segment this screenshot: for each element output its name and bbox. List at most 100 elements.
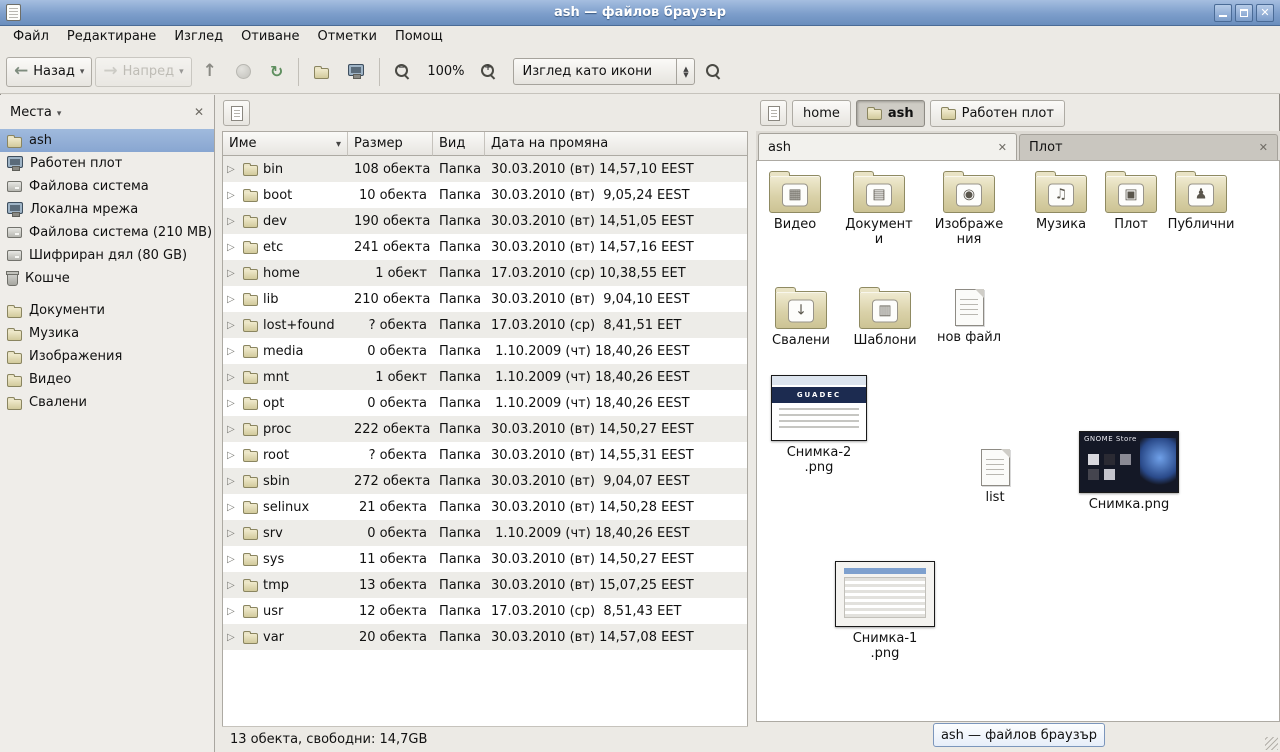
expander-icon[interactable] [227,528,238,539]
table-row[interactable]: dev190 обектаПапка30.03.2010 (вт) 14,51,… [223,208,747,234]
sidebar-item-trash[interactable]: Кошче [0,267,214,290]
taskbar-window-button[interactable]: ash — файлов браузър [933,723,1105,747]
icon-item-desktop[interactable]: ▣Плот [1095,169,1167,232]
icon-item-video[interactable]: ▦Видео [759,169,831,232]
sidebar-item-videos[interactable]: Видео [0,368,214,391]
sidebar-item-pictures[interactable]: Изображения [0,345,214,368]
column-header-type[interactable]: Вид [433,132,485,156]
table-row[interactable]: tmp13 обектаПапка30.03.2010 (вт) 15,07,2… [223,572,747,598]
table-row[interactable]: home1 обектПапка17.03.2010 (ср) 10,38,55… [223,260,747,286]
back-button[interactable]: ← Назад ▾ [6,57,92,87]
titlebar[interactable]: ash — файлов браузър [0,0,1280,26]
menu-item-4[interactable]: Отиване [232,26,308,50]
up-button[interactable]: ↑ [195,57,225,87]
sidebar-item-ash[interactable]: ash [0,129,214,152]
table-row[interactable]: selinux21 обектаПапка30.03.2010 (вт) 14,… [223,494,747,520]
expander-icon[interactable] [227,424,238,435]
expander-icon[interactable] [227,398,238,409]
expander-icon[interactable] [227,164,238,175]
table-row[interactable]: sys11 обектаПапка30.03.2010 (вт) 14,50,2… [223,546,747,572]
reload-button[interactable]: ↻ [262,57,291,87]
expander-icon[interactable] [227,372,238,383]
sidebar-close-icon[interactable] [194,105,204,120]
menu-item-1[interactable]: Файл [4,26,58,50]
close-button[interactable] [1256,4,1274,22]
tab-ash[interactable]: ash [758,133,1017,160]
path-button-home[interactable]: home [792,100,851,127]
table-row[interactable]: lib210 обектаПапка30.03.2010 (вт) 9,04,1… [223,286,747,312]
sidebar-item-downloads[interactable]: Свалени [0,391,214,414]
table-row[interactable]: proc222 обектаПапка30.03.2010 (вт) 14,50… [223,416,747,442]
table-row[interactable]: srv0 обектаПапка 1.10.2009 (чт) 18,40,26… [223,520,747,546]
icon-item-list[interactable]: list [963,445,1027,505]
search-button[interactable] [698,57,729,87]
forward-button[interactable]: → Напред ▾ [95,57,191,87]
column-header-date[interactable]: Дата на промяна [485,132,747,156]
zoom-in-button[interactable]: + [473,57,504,87]
icon-item-documents[interactable]: ▤Документи [843,169,915,247]
home-button[interactable] [306,57,337,87]
icon-item-music[interactable]: ♫Музика [1025,169,1097,232]
table-row[interactable]: usr12 обектаПапка17.03.2010 (ср) 8,51,43… [223,598,747,624]
minimize-button[interactable] [1214,4,1232,22]
table-row[interactable]: media0 обектаПапка 1.10.2009 (чт) 18,40,… [223,338,747,364]
view-mode-select[interactable]: Изглед като икони [513,58,695,85]
expander-icon[interactable] [227,502,238,513]
computer-button[interactable] [340,57,372,87]
tab-close-icon[interactable] [1259,140,1268,155]
expander-icon[interactable] [227,242,238,253]
expander-icon[interactable] [227,346,238,357]
tab-close-icon[interactable] [998,140,1007,155]
chevron-down-icon[interactable] [57,105,62,120]
expander-icon[interactable] [227,580,238,591]
table-row[interactable]: opt0 обектаПапка 1.10.2009 (чт) 18,40,26… [223,390,747,416]
table-row[interactable]: sbin272 обектаПапка30.03.2010 (вт) 9,04,… [223,468,747,494]
icon-item-new-file[interactable]: нов файл [933,285,1005,345]
menu-item-5[interactable]: Отметки [308,26,385,50]
column-header-name[interactable]: Име [223,132,348,156]
maximize-button[interactable] [1235,4,1253,22]
location-toggle-button[interactable] [760,100,787,126]
sidebar-item-filesystem-210[interactable]: Файлова система (210 MB) [0,221,214,244]
expander-icon[interactable] [227,606,238,617]
sidebar-item-desktop[interactable]: Работен плот [0,152,214,175]
expander-icon[interactable] [227,216,238,227]
expander-icon[interactable] [227,554,238,565]
sidebar-item-music[interactable]: Музика [0,322,214,345]
menu-item-6[interactable]: Помощ [386,26,452,50]
menu-item-2[interactable]: Редактиране [58,26,165,50]
expander-icon[interactable] [227,632,238,643]
icon-item-templates[interactable]: ▥Шаблони [849,285,921,348]
expander-icon[interactable] [227,268,238,279]
icon-item-images[interactable]: ◉Изображения [933,169,1005,247]
spinner-icon[interactable] [676,59,694,84]
table-row[interactable]: etc241 обектаПапка30.03.2010 (вт) 14,57,… [223,234,747,260]
sidebar-item-documents[interactable]: Документи [0,299,214,322]
tab-plot[interactable]: Плот [1019,134,1278,160]
resize-grip[interactable] [1265,737,1278,750]
location-toggle-button[interactable] [223,100,250,126]
stop-button[interactable] [228,57,259,87]
table-row[interactable]: lost+found? обектаПапка17.03.2010 (ср) 8… [223,312,747,338]
table-row[interactable]: var20 обектаПапка30.03.2010 (вт) 14,57,0… [223,624,747,650]
pane-splitter[interactable] [215,95,222,752]
sidebar-item-network[interactable]: Локална мрежа [0,198,214,221]
expander-icon[interactable] [227,320,238,331]
icon-item-snimka[interactable]: GNOME StoreСнимка.png [1077,431,1181,512]
zoom-out-button[interactable]: − [387,57,418,87]
icon-view[interactable]: ▦Видео▤Документи◉Изображения ♫Музика▣Плот… [756,161,1280,722]
table-row[interactable]: root? обектаПапка30.03.2010 (вт) 14,55,3… [223,442,747,468]
sidebar-item-encrypted-80[interactable]: Шифриран дял (80 GB) [0,244,214,267]
column-header-size[interactable]: Размер [348,132,433,156]
table-row[interactable]: mnt1 обектПапка 1.10.2009 (чт) 18,40,26 … [223,364,747,390]
expander-icon[interactable] [227,450,238,461]
icon-item-snimka-1[interactable]: Снимка-1.png [833,561,937,661]
expander-icon[interactable] [227,294,238,305]
table-row[interactable]: bin108 обектаПапка30.03.2010 (вт) 14,57,… [223,156,747,182]
icon-item-snimka-2[interactable]: GUADECСнимка-2.png [769,375,869,475]
sidebar-item-filesystem[interactable]: Файлова система [0,175,214,198]
path-button-ash[interactable]: ash [856,100,925,127]
table-row[interactable]: boot10 обектаПапка30.03.2010 (вт) 9,05,2… [223,182,747,208]
expander-icon[interactable] [227,476,238,487]
expander-icon[interactable] [227,190,238,201]
